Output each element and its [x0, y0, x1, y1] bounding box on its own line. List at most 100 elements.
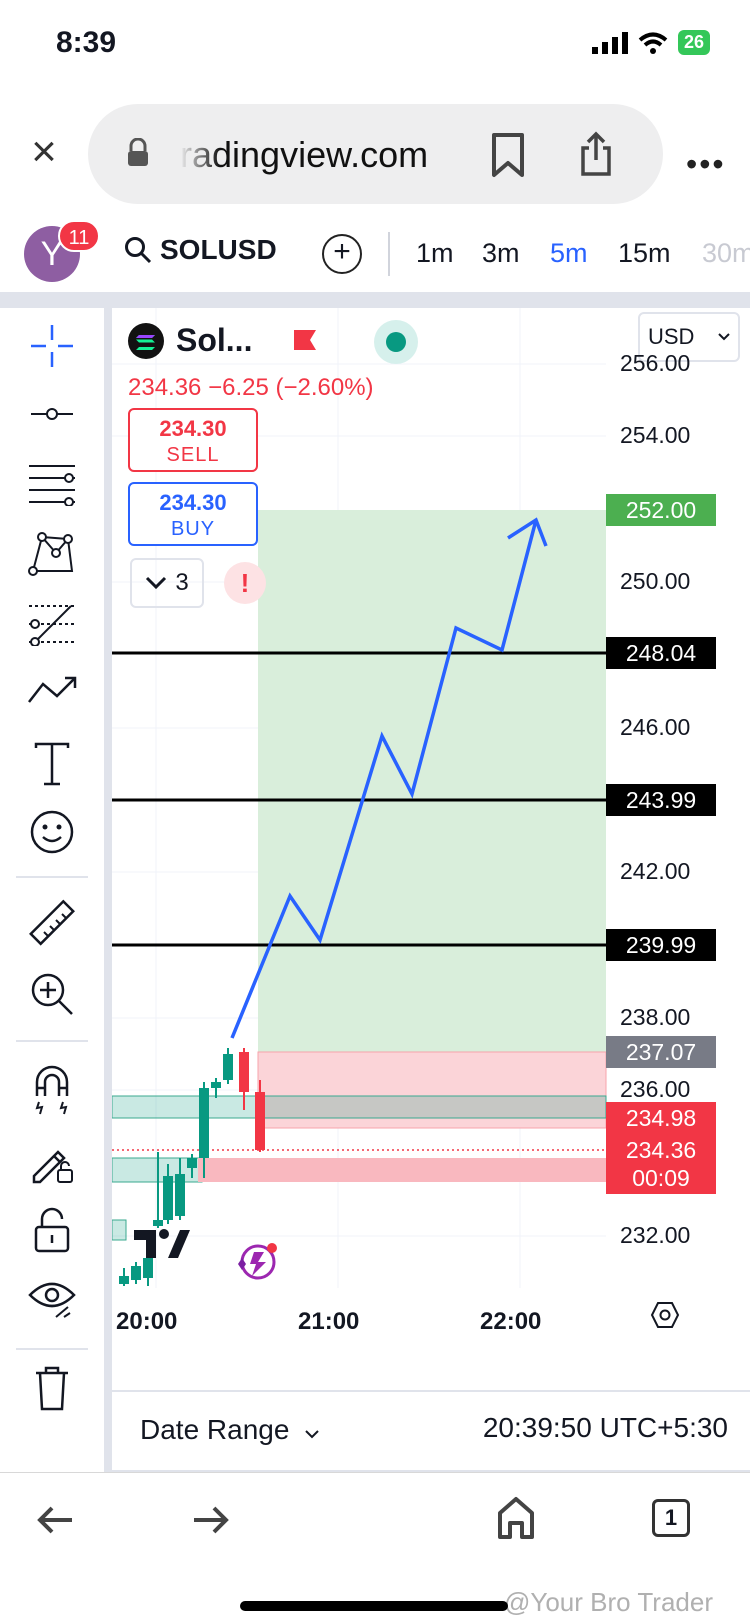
solana-logo-icon — [128, 322, 164, 359]
fib-retracement-icon[interactable] — [26, 458, 78, 510]
entry-price-tag: 234.98 — [606, 1102, 716, 1134]
battery-icon: 26 — [677, 30, 710, 55]
close-icon[interactable]: × — [22, 130, 66, 174]
candle-body — [175, 1174, 185, 1216]
chart-toolbar: Y 11 SOLUSD + 1m 3m 5m 15m 30m — [0, 218, 750, 292]
interval-15m[interactable]: 15m — [618, 238, 671, 269]
candle-body — [223, 1054, 233, 1080]
sell-label: SELL — [166, 444, 220, 466]
chart-footer: Date Range 20:39:50 UTC+5:30 — [112, 1390, 750, 1470]
alert-icon[interactable]: ! — [224, 562, 266, 604]
status-bar: 8:39 26 — [0, 0, 750, 90]
trend-line-icon[interactable] — [26, 388, 78, 440]
visibility-icon[interactable] — [26, 1274, 78, 1326]
profit-zone — [258, 510, 606, 1052]
price-axis-label: 232.00 — [620, 1222, 691, 1248]
candle-body — [153, 1220, 163, 1226]
level-price-tag: 239.99 — [606, 929, 716, 961]
forward-arrow-icon[interactable] — [192, 1505, 230, 1535]
url-fade — [180, 128, 220, 180]
browser-bar: × radingview.com ••• — [0, 100, 750, 210]
time-axis-label: 22:00 — [480, 1308, 542, 1335]
interval-1m[interactable]: 1m — [416, 238, 454, 269]
magnet-icon[interactable] — [26, 1064, 78, 1116]
target-price-tag: 252.00 — [606, 494, 716, 526]
chart-legend: Sol... — [128, 322, 252, 359]
toolbar-separator — [16, 876, 88, 878]
chart-pane[interactable]: Sol... 234.36 −6.25 (−2.60%) 234.30 SELL… — [112, 308, 750, 1390]
symbol-search[interactable]: SOLUSD — [124, 234, 277, 266]
chevron-down-icon — [305, 1430, 319, 1439]
price-axis-label: 250.00 — [620, 568, 691, 594]
share-icon[interactable] — [578, 130, 614, 178]
chevron-down-icon — [146, 576, 167, 590]
buy-price: 234.30 — [159, 490, 227, 515]
interval-3m[interactable]: 3m — [482, 238, 520, 269]
flag-icon[interactable] — [292, 328, 318, 352]
interval-5m[interactable]: 5m — [550, 238, 588, 269]
notification-badge: 11 — [58, 220, 100, 252]
price-axis-label: 246.00 — [620, 714, 691, 740]
add-symbol-button[interactable]: + — [322, 234, 362, 274]
settings-icon[interactable] — [650, 1300, 680, 1330]
time-axis-label: 20:00 — [116, 1308, 178, 1335]
unlock-icon[interactable] — [26, 1204, 78, 1256]
candle-body — [239, 1052, 249, 1092]
zoom-in-icon[interactable] — [26, 968, 78, 1020]
search-icon — [125, 237, 152, 264]
toolbar-divider — [388, 232, 390, 276]
sell-button[interactable]: 234.30 SELL — [128, 408, 258, 472]
buy-button[interactable]: 234.30 BUY — [128, 482, 258, 546]
price-axis-label: 254.00 — [620, 422, 691, 448]
bar-countdown: 00:09 — [606, 1162, 716, 1194]
sparkle-icon[interactable] — [238, 1243, 277, 1280]
level-price-tag: 243.99 — [606, 784, 716, 816]
candle-body — [143, 1258, 153, 1278]
support-zone-upper — [112, 1095, 607, 1119]
candle-body — [255, 1092, 265, 1150]
indicator-count: 3 — [175, 569, 189, 596]
candle-body — [211, 1082, 221, 1088]
trash-icon[interactable] — [26, 1362, 78, 1414]
lock-icon — [128, 138, 148, 166]
sell-price: 234.30 — [159, 416, 227, 441]
home-icon[interactable] — [496, 1495, 536, 1539]
price-change: 234.36 −6.25 (−2.60%) — [128, 374, 374, 401]
date-range-button[interactable]: Date Range — [140, 1414, 319, 1446]
wifi-icon — [638, 32, 668, 54]
crosshair-icon[interactable] — [26, 320, 78, 372]
currency-label: USD — [648, 324, 695, 349]
status-time: 8:39 — [56, 26, 117, 59]
address-bar[interactable]: radingview.com — [88, 104, 663, 204]
tabs-button[interactable]: 1 — [652, 1499, 690, 1537]
market-status-icon[interactable] — [374, 320, 418, 364]
chevron-down-icon — [718, 333, 730, 341]
back-arrow-icon[interactable] — [36, 1505, 74, 1535]
browser-bottom-nav: 1 @Your Bro Trader — [0, 1472, 750, 1624]
tradingview-logo — [134, 1229, 190, 1258]
more-icon[interactable]: ••• — [686, 146, 726, 183]
candle-body — [119, 1276, 129, 1284]
ruler-icon[interactable] — [26, 898, 78, 950]
candle-body — [199, 1088, 209, 1158]
price-axis-label: 256.00 — [620, 350, 691, 376]
drawing-toolbar — [0, 308, 104, 1472]
candle-body — [187, 1158, 197, 1168]
price-axis-label: 242.00 — [620, 858, 691, 884]
stop-price-tag: 237.07 — [606, 1036, 716, 1068]
legend-symbol[interactable]: Sol... — [176, 322, 252, 359]
interval-30m[interactable]: 30m — [702, 238, 750, 269]
pattern-icon[interactable] — [26, 528, 78, 580]
bookmark-icon[interactable] — [490, 132, 526, 178]
symbol-text: SOLUSD — [160, 234, 277, 265]
candle-body — [131, 1266, 141, 1280]
path-icon[interactable] — [26, 664, 78, 716]
buy-label: BUY — [170, 518, 216, 540]
forecast-icon[interactable] — [26, 598, 78, 650]
timezone-clock[interactable]: 20:39:50 UTC+5:30 — [483, 1412, 728, 1444]
lock-drawings-icon[interactable] — [26, 1134, 78, 1186]
text-tool-icon[interactable] — [26, 738, 78, 790]
emoji-icon[interactable] — [26, 806, 78, 858]
indicators-toggle[interactable]: 3 — [130, 558, 204, 608]
date-range-label: Date Range — [140, 1414, 290, 1445]
